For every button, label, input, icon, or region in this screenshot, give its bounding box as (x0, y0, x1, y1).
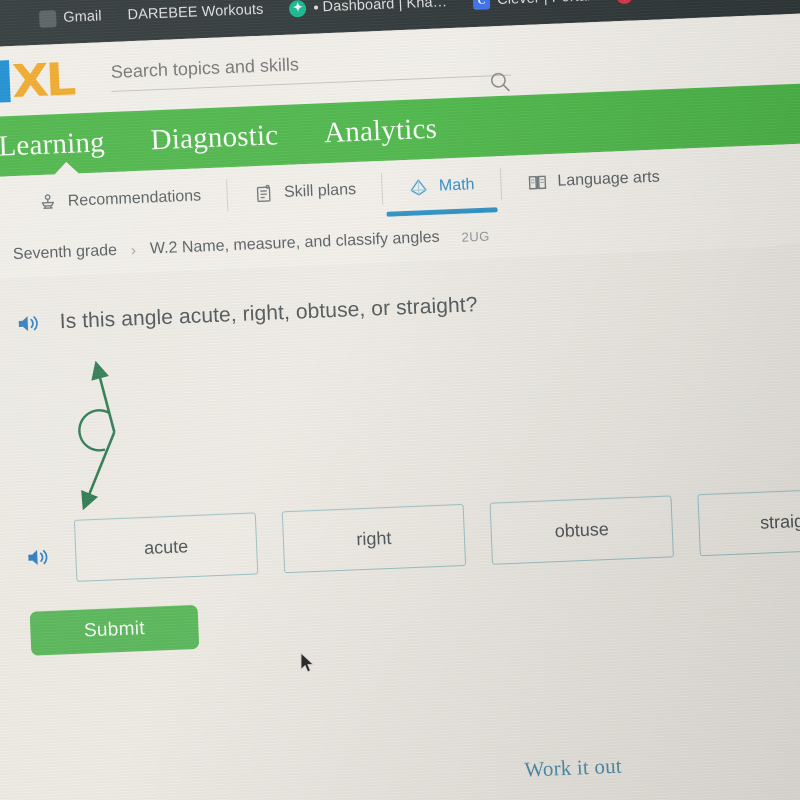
answer-choice-acute[interactable]: acute (73, 512, 259, 582)
subnav-item-math[interactable]: Math (381, 156, 502, 217)
nav-item-analytics[interactable]: Analytics (324, 112, 438, 150)
skill-code-badge: 2UG (461, 228, 491, 245)
nav-item-learning[interactable]: Learning (0, 126, 105, 163)
search-icon[interactable] (489, 71, 512, 94)
subnav-label: Recommendations (67, 187, 202, 210)
skill-plans-icon (257, 184, 271, 203)
browser-window: Gmail DAREBEE Workouts ✦ • Dashboard | K… (0, 0, 800, 800)
khan-academy-favicon: ✦ (289, 0, 307, 18)
bookmark-label: DAREBEE Workouts (127, 1, 264, 24)
bookmark-label: Canvas (640, 0, 690, 2)
question-area: Is this angle acute, right, obtuse, or s… (0, 243, 800, 800)
bookmark-darebee-workouts[interactable]: DAREBEE Workouts (127, 2, 263, 24)
nav-item-diagnostic[interactable]: Diagnostic (150, 119, 279, 157)
subnav-item-language-arts[interactable]: Language arts (499, 149, 686, 213)
mouse-cursor (300, 652, 315, 673)
breadcrumb-grade[interactable]: Seventh grade (13, 242, 118, 264)
angle-ray-upper (91, 360, 116, 433)
ixl-logo-text: XL (11, 52, 74, 108)
question-row: Is this angle acute, right, obtuse, or s… (15, 293, 478, 336)
answer-label: obtuse (554, 518, 610, 541)
bookmark-canvas[interactable]: ❋ Canvas (615, 0, 690, 4)
subnav-label: Math (438, 176, 475, 195)
work-it-out-link[interactable]: Work it out (524, 754, 622, 783)
answer-choice-obtuse[interactable]: obtuse (489, 495, 674, 565)
language-arts-icon (528, 175, 547, 190)
clever-favicon: C (472, 0, 491, 10)
bookmark-prefix-dot: • (313, 0, 319, 17)
canvas-favicon: ❋ (615, 0, 634, 4)
question-text: Is this angle acute, right, obtuse, or s… (59, 293, 478, 334)
ixl-logo[interactable]: XL (0, 52, 74, 108)
subnav-item-skill-plans[interactable]: Skill plans (226, 161, 383, 223)
answer-choice-right[interactable]: right (281, 503, 467, 574)
answer-choice-straight[interactable]: straight (697, 486, 800, 557)
bookmark-label: Dashboard | Kha… (322, 0, 448, 16)
search-bar (110, 45, 512, 94)
recommendations-icon (41, 194, 55, 210)
breadcrumb-skill: W.2 Name, measure, and classify angles (149, 228, 440, 258)
answer-label: acute (143, 535, 189, 558)
bookmark-gmail[interactable]: Gmail (38, 8, 102, 28)
angle-arc-mark (78, 409, 110, 452)
math-icon (411, 179, 428, 196)
bookmark-clever-portal[interactable]: C Clever | Portal (472, 0, 591, 10)
subnav-item-recommendations[interactable]: Recommendations (10, 167, 229, 232)
bookmark-label: Clever | Portal (497, 0, 591, 8)
angle-ray-lower (81, 431, 116, 511)
chevron-right-icon: › (130, 241, 137, 259)
answer-choices: acute right obtuse straight (73, 486, 800, 582)
gmail-favicon (38, 9, 57, 28)
angle-diagram (78, 360, 116, 511)
ixl-logo-bar (0, 60, 11, 103)
search-input[interactable] (110, 48, 442, 83)
speaker-icon[interactable] (15, 311, 44, 336)
subnav-label: Language arts (557, 168, 661, 190)
answer-label: right (355, 527, 392, 549)
speaker-icon[interactable] (25, 545, 54, 570)
subnav-label: Skill plans (283, 181, 357, 201)
bookmark-khan-dashboard[interactable]: ✦ • Dashboard | Kha… (289, 0, 448, 18)
answer-label: straight (759, 509, 800, 533)
submit-button[interactable]: Submit (29, 604, 200, 656)
bookmark-label: Gmail (62, 8, 102, 26)
photographed-screen-frame: Gmail DAREBEE Workouts ✦ • Dashboard | K… (0, 0, 800, 800)
